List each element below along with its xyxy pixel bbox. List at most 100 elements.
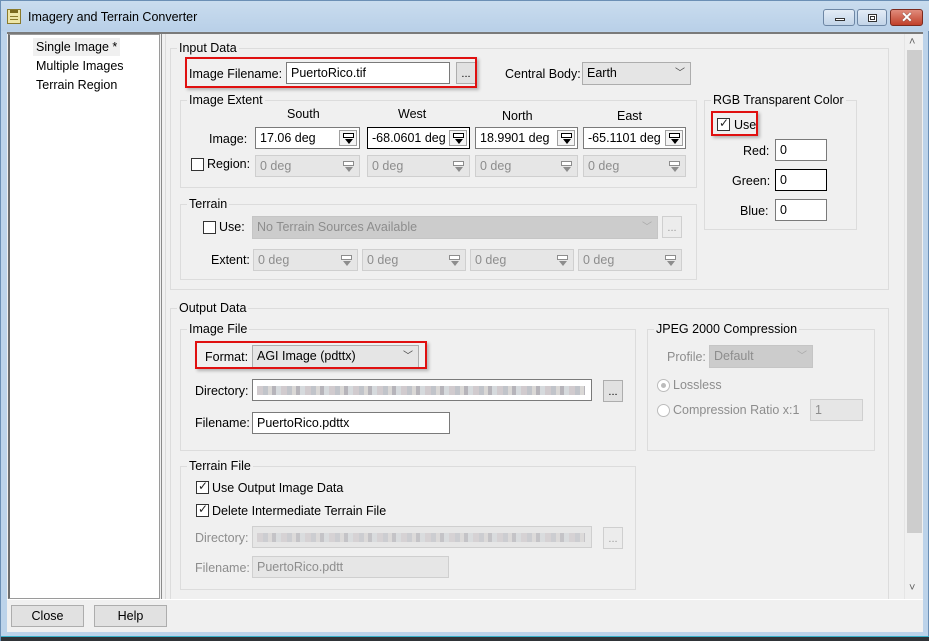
unit-menu-button[interactable] — [557, 158, 575, 174]
green-input[interactable]: 0 — [775, 169, 827, 191]
maximize-button[interactable] — [857, 9, 887, 26]
region-east-input[interactable]: 0 deg — [583, 155, 686, 177]
unit-menu-button[interactable] — [337, 252, 355, 268]
terrain-directory-label: Directory: — [195, 531, 249, 545]
minimize-icon — [835, 18, 845, 21]
use-output-image-data-checkbox[interactable] — [196, 479, 209, 494]
unit-dropdown-icon — [557, 255, 568, 266]
image-north-input[interactable]: 18.9901 deg — [475, 127, 578, 149]
title-bar[interactable]: Imagery and Terrain Converter ✕ — [1, 1, 929, 31]
unit-menu-button[interactable] — [557, 130, 575, 146]
col-west: West — [398, 107, 427, 121]
unit-menu-button[interactable] — [449, 130, 467, 146]
app-notepad-icon — [7, 9, 21, 24]
terrain-use-checkbox[interactable] — [203, 221, 216, 234]
terrain-source-select[interactable]: No Terrain Sources Available ﹀ — [252, 216, 658, 239]
unit-dropdown-icon — [669, 161, 680, 172]
region-south-input[interactable]: 0 deg — [255, 155, 360, 177]
scroll-up-icon[interactable]: ˄ — [909, 36, 915, 48]
image-east-input[interactable]: -65.1101 deg — [583, 127, 686, 149]
terrain-north-value: 0 deg — [475, 253, 507, 267]
image-file-title: Image File — [187, 322, 250, 337]
settings-pane: Input Data Image Filename: PuertoRico.ti… — [165, 34, 904, 599]
image-south-value: 17.06 deg — [260, 131, 316, 145]
red-label: Red: — [743, 144, 770, 158]
taskbar-edge — [1, 636, 929, 641]
image-west-input[interactable]: -68.0601 deg — [367, 127, 470, 149]
central-body-select[interactable]: Earth ﹀ — [582, 62, 691, 85]
red-input[interactable]: 0 — [775, 139, 827, 161]
rgb-use-label: Use — [734, 118, 757, 132]
terrain-north-input[interactable]: 0 deg — [470, 249, 574, 271]
nav-item-single-image[interactable]: Single Image * — [33, 38, 121, 56]
unit-menu-button[interactable] — [553, 252, 571, 268]
blue-input[interactable]: 0 — [775, 199, 827, 221]
directory-input[interactable] — [252, 379, 592, 401]
delete-intermediate-label: Delete Intermediate Terrain File — [212, 504, 387, 518]
compression-ratio-input[interactable]: 1 — [810, 399, 863, 421]
nav-item-terrain-region[interactable]: Terrain Region — [33, 76, 120, 94]
terrain-west-input[interactable]: 0 deg — [362, 249, 466, 271]
region-west-input[interactable]: 0 deg — [367, 155, 470, 177]
jpeg2000-title: JPEG 2000 Compression — [654, 322, 800, 337]
profile-label: Profile: — [667, 350, 706, 364]
unit-menu-button[interactable] — [665, 158, 683, 174]
rgb-transparent-title: RGB Transparent Color — [711, 93, 846, 108]
vertical-scrollbar[interactable]: ˄ ˅ — [904, 34, 923, 599]
unit-menu-button[interactable] — [339, 158, 357, 174]
terrain-directory-redacted-value — [257, 533, 585, 542]
format-select[interactable]: AGI Image (pdttx) ﹀ — [252, 345, 419, 368]
directory-redacted-value — [257, 386, 585, 395]
help-button[interactable]: Help — [94, 605, 167, 627]
output-filename-input[interactable]: PuertoRico.pdttx — [252, 412, 450, 434]
maximize-icon — [868, 14, 877, 22]
region-west-value: 0 deg — [372, 159, 404, 173]
format-value: AGI Image (pdttx) — [257, 349, 356, 363]
directory-browse-button[interactable]: ... — [603, 380, 623, 402]
terrain-south-input[interactable]: 0 deg — [253, 249, 358, 271]
use-output-image-data-label: Use Output Image Data — [212, 481, 344, 495]
image-filename-label: Image Filename: — [189, 67, 283, 81]
close-button[interactable]: Close — [11, 605, 84, 627]
minimize-button[interactable] — [823, 9, 855, 26]
terrain-directory-browse-button[interactable]: ... — [603, 527, 623, 549]
central-body-label: Central Body: — [505, 67, 581, 81]
terrain-source-value: No Terrain Sources Available — [257, 220, 418, 234]
delete-intermediate-checkbox[interactable] — [196, 502, 209, 517]
profile-select[interactable]: Default ﹀ — [709, 345, 813, 368]
col-east: East — [617, 109, 643, 123]
unit-menu-button[interactable] — [665, 130, 683, 146]
terrain-browse-button[interactable]: ... — [662, 216, 682, 238]
rgb-use-checkbox[interactable] — [717, 116, 730, 131]
region-north-input[interactable]: 0 deg — [475, 155, 578, 177]
unit-dropdown-icon — [453, 133, 464, 144]
unit-menu-button[interactable] — [339, 130, 357, 146]
unit-menu-button[interactable] — [661, 252, 679, 268]
lossless-radio[interactable] — [657, 379, 670, 392]
col-south: South — [287, 107, 320, 121]
terrain-filename-input[interactable]: PuertoRico.pdtt — [252, 556, 449, 578]
unit-menu-button[interactable] — [445, 252, 463, 268]
terrain-directory-input[interactable] — [252, 526, 592, 548]
image-filename-input[interactable]: PuertoRico.tif — [286, 62, 450, 84]
nav-item-multiple-images[interactable]: Multiple Images — [33, 57, 127, 75]
region-checkbox[interactable] — [191, 158, 204, 171]
window-title: Imagery and Terrain Converter — [28, 10, 198, 24]
unit-dropdown-icon — [669, 133, 680, 144]
scrollbar-thumb[interactable] — [907, 50, 922, 533]
compression-ratio-radio[interactable] — [657, 404, 670, 417]
close-icon: ✕ — [901, 9, 913, 25]
unit-dropdown-icon — [453, 161, 464, 172]
col-north: North — [502, 109, 533, 123]
compression-ratio-label: Compression Ratio x:1 — [673, 403, 800, 417]
image-south-input[interactable]: 17.06 deg — [255, 127, 360, 149]
scroll-down-icon[interactable]: ˅ — [909, 582, 915, 594]
unit-dropdown-icon — [341, 255, 352, 266]
terrain-filename-label: Filename: — [195, 561, 250, 575]
image-filename-browse-button[interactable]: ... — [456, 62, 476, 84]
unit-menu-button[interactable] — [449, 158, 467, 174]
terrain-west-value: 0 deg — [367, 253, 399, 267]
close-window-button[interactable]: ✕ — [890, 9, 923, 26]
terrain-east-input[interactable]: 0 deg — [578, 249, 682, 271]
region-east-value: 0 deg — [588, 159, 620, 173]
